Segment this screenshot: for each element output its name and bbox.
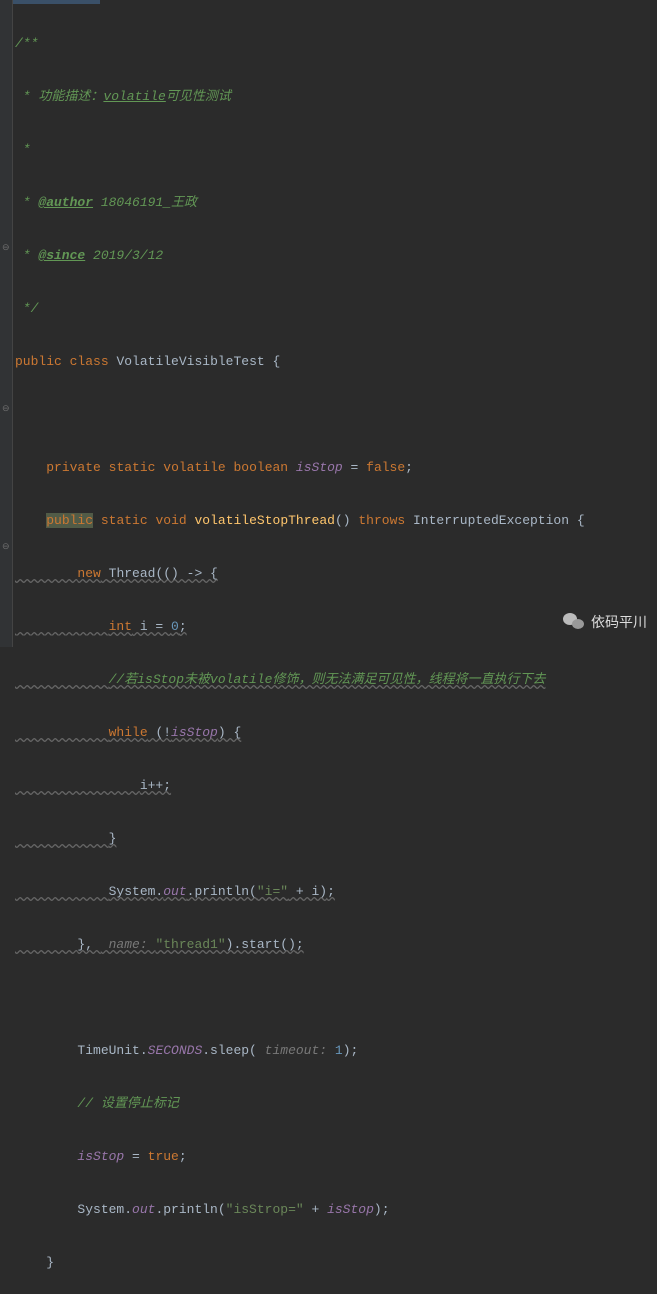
doc-comment: * @author 18046191_王政 (15, 195, 197, 210)
code-editor[interactable]: ⊖ ⊖ ⊖ /** * 功能描述：volatile可见性测试 * * @auth… (0, 0, 657, 647)
fold-mark-icon[interactable]: ⊖ (2, 543, 10, 551)
doc-comment: * @since 2019/3/12 (15, 248, 163, 263)
doc-comment: * (15, 142, 31, 157)
method-declaration: public static void volatileStopThread() … (15, 509, 585, 532)
fold-mark-icon[interactable]: ⊖ (2, 244, 10, 252)
code-area[interactable]: /** * 功能描述：volatile可见性测试 * * @author 180… (13, 0, 585, 647)
code-line: TimeUnit.SECONDS.sleep( timeout: 1); (15, 1039, 585, 1062)
wechat-icon (563, 611, 585, 633)
code-line: } (15, 827, 585, 850)
doc-comment: */ (15, 301, 38, 316)
code-line: new Thread(() -> { (15, 562, 585, 585)
code-comment: //若isStop未被volatile修饰，则无法满足可见性，线程将一直执行下去 (15, 668, 585, 691)
code-line: }, name: "thread1").start(); (15, 933, 585, 956)
code-line: isStop = true; (15, 1145, 585, 1168)
code-line: System.out.println("isStrop=" + isStop); (15, 1198, 585, 1221)
code-line: } (15, 1251, 585, 1274)
code-line: int i = 0; (15, 615, 585, 638)
code-comment: // 设置停止标记 (15, 1092, 585, 1115)
watermark: 依码平川 (563, 611, 647, 633)
class-declaration: public class VolatileVisibleTest { (15, 350, 585, 373)
doc-comment: * 功能描述：volatile可见性测试 (15, 89, 231, 104)
fold-mark-icon[interactable]: ⊖ (2, 405, 10, 413)
gutter: ⊖ ⊖ ⊖ (0, 0, 13, 647)
code-line: i++; (15, 774, 585, 797)
watermark-text: 依码平川 (591, 612, 647, 632)
doc-comment: /** (15, 36, 38, 51)
code-line: System.out.println("i=" + i); (15, 880, 585, 903)
code-line: while (!isStop) { (15, 721, 585, 744)
field-declaration: private static volatile boolean isStop =… (15, 456, 585, 479)
